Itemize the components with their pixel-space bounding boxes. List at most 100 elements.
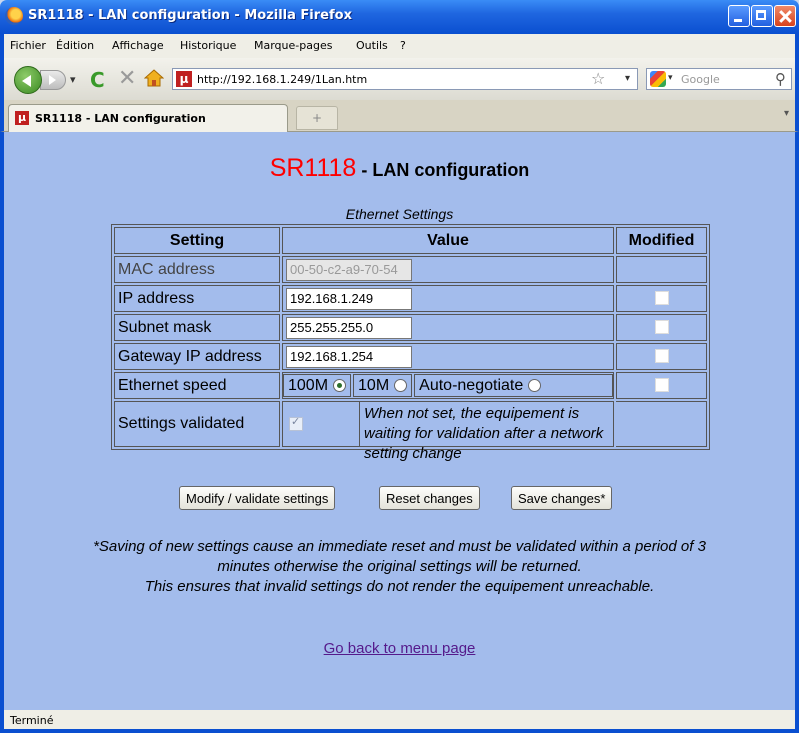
gateway-label: Gateway IP address	[114, 343, 280, 370]
settings-validated-cell: When not set, the equipement is waiting …	[282, 401, 614, 462]
header-setting: Setting	[114, 227, 280, 254]
search-icon[interactable]: ⚲	[775, 70, 786, 88]
subnet-mask-field[interactable]	[286, 316, 412, 339]
row-subnet-mask: Subnet mask	[114, 314, 707, 341]
reload-icon[interactable]: C	[90, 68, 105, 92]
history-dropdown-icon[interactable]: ▾	[70, 73, 76, 86]
navigation-toolbar: ▾ C ✕ μ http://192.168.1.249/1Lan.htm ☆ …	[0, 58, 799, 100]
ip-address-cell	[282, 285, 614, 312]
back-link-wrap: Go back to menu page	[4, 640, 795, 657]
mac-address-field	[286, 258, 412, 281]
window-title: SR1118 - LAN configuration - Mozilla Fir…	[28, 8, 352, 23]
tab-label: SR1118 - LAN configuration	[35, 112, 206, 125]
ethernet-speed-cell: 100M 10M Auto-negotiate	[282, 372, 614, 399]
ethernet-settings-table: Setting Value Modified MAC address IP ad…	[111, 224, 710, 462]
speed-10m-label: 10M	[358, 376, 390, 394]
url-dropdown-icon[interactable]: ▾	[625, 73, 630, 84]
save-changes-button[interactable]: Save changes*	[511, 486, 613, 510]
google-icon[interactable]	[650, 71, 666, 87]
gateway-cell	[282, 343, 614, 370]
ethernet-speed-label: Ethernet speed	[114, 372, 280, 399]
page-title-rest: - LAN configuration	[356, 160, 530, 180]
speed-option-100m[interactable]: 100M	[283, 374, 352, 397]
header-modified: Modified	[616, 227, 707, 254]
ip-address-label: IP address	[114, 285, 280, 312]
speed-auto-radio[interactable]	[528, 379, 542, 392]
menu-edition[interactable]: Édition	[56, 39, 94, 52]
page-title-brand: SR1118	[269, 154, 357, 182]
back-to-menu-link[interactable]: Go back to menu page	[324, 640, 476, 657]
back-button[interactable]	[14, 66, 42, 94]
footnote-line-2: minutes otherwise the original settings …	[217, 558, 582, 575]
tab-favicon-icon: μ	[15, 111, 29, 125]
url-text[interactable]: http://192.168.1.249/1Lan.htm	[197, 73, 367, 86]
tab-bar: μ SR1118 - LAN configuration + ▾	[0, 100, 799, 132]
modify-validate-button[interactable]: Modify / validate settings	[179, 486, 336, 510]
row-gateway: Gateway IP address	[114, 343, 707, 370]
settings-validated-note: When not set, the equipement is waiting …	[364, 405, 604, 462]
home-icon[interactable]	[144, 68, 164, 88]
bookmark-star-icon[interactable]: ☆	[591, 69, 605, 88]
footnote-line-1: *Saving of new settings cause an immedia…	[93, 538, 706, 555]
settings-validated-checkbox	[289, 415, 303, 431]
menu-help[interactable]: ?	[400, 39, 406, 52]
mac-modified-cell	[616, 256, 707, 283]
subnet-modified-checkbox[interactable]	[654, 320, 669, 335]
page-title: SR1118 - LAN configuration	[4, 154, 795, 183]
save-warning-footnote: *Saving of new settings cause an immedia…	[4, 537, 795, 597]
subnet-mask-label: Subnet mask	[114, 314, 280, 341]
header-value: Value	[282, 227, 614, 254]
settings-validated-label: Settings validated	[114, 401, 280, 447]
menu-marque-pages[interactable]: Marque-pages	[254, 39, 332, 52]
menu-historique[interactable]: Historique	[180, 39, 236, 52]
menu-bar: Fichier Édition Affichage Historique Mar…	[0, 34, 799, 58]
speed-option-auto[interactable]: Auto-negotiate	[414, 374, 613, 397]
speed-10m-radio[interactable]	[394, 379, 408, 392]
search-placeholder[interactable]: Google	[681, 73, 720, 86]
footnote-line-3: This ensures that invalid settings do no…	[144, 578, 655, 595]
menu-affichage[interactable]: Affichage	[112, 39, 164, 52]
speed-modified-cell	[616, 372, 707, 399]
site-favicon-icon: μ	[176, 71, 192, 87]
maximize-button[interactable]	[751, 5, 773, 27]
speed-modified-checkbox[interactable]	[654, 378, 669, 393]
forward-button[interactable]	[40, 70, 66, 90]
status-bar: Terminé	[0, 710, 799, 733]
address-bar[interactable]: μ http://192.168.1.249/1Lan.htm ☆ ▾	[172, 68, 638, 90]
gateway-modified-cell	[616, 343, 707, 370]
settings-validated-checkbox-wrap	[283, 402, 360, 446]
table-caption: Ethernet Settings	[345, 206, 454, 222]
stop-icon[interactable]: ✕	[118, 66, 136, 91]
row-ip-address: IP address	[114, 285, 707, 312]
validated-note-continuation	[616, 401, 707, 447]
speed-option-10m[interactable]: 10M	[353, 374, 413, 397]
new-tab-button[interactable]: +	[296, 106, 338, 130]
row-mac-address: MAC address	[114, 256, 707, 283]
search-engine-dropdown-icon[interactable]: ▾	[668, 73, 673, 83]
minimize-button[interactable]	[728, 5, 750, 27]
mac-address-cell	[282, 256, 614, 283]
mac-address-label: MAC address	[114, 256, 280, 283]
gateway-modified-checkbox[interactable]	[654, 349, 669, 364]
ip-address-field[interactable]	[286, 287, 412, 310]
menu-outils[interactable]: Outils	[356, 39, 388, 52]
subnet-mask-cell	[282, 314, 614, 341]
gateway-ip-field[interactable]	[286, 345, 412, 368]
menu-fichier[interactable]: Fichier	[10, 39, 46, 52]
search-bar[interactable]: ▾ Google ⚲	[646, 68, 792, 90]
window-title-bar: SR1118 - LAN configuration - Mozilla Fir…	[0, 0, 799, 34]
ip-modified-checkbox[interactable]	[654, 291, 669, 306]
close-button[interactable]	[774, 5, 796, 27]
tab-list-icon[interactable]: ▾	[784, 108, 789, 119]
page-content: SR1118 - LAN configuration Ethernet Sett…	[0, 132, 799, 710]
status-text: Terminé	[10, 714, 54, 727]
tab-sr1118[interactable]: μ SR1118 - LAN configuration	[8, 104, 288, 132]
ip-modified-cell	[616, 285, 707, 312]
reset-changes-button[interactable]: Reset changes	[379, 486, 480, 510]
speed-100m-label: 100M	[288, 376, 329, 394]
speed-auto-label: Auto-negotiate	[419, 376, 524, 394]
subnet-modified-cell	[616, 314, 707, 341]
row-ethernet-speed: Ethernet speed 100M 10M Auto-negotiate	[114, 372, 707, 399]
firefox-icon	[5, 7, 23, 25]
speed-100m-radio[interactable]	[333, 379, 347, 392]
